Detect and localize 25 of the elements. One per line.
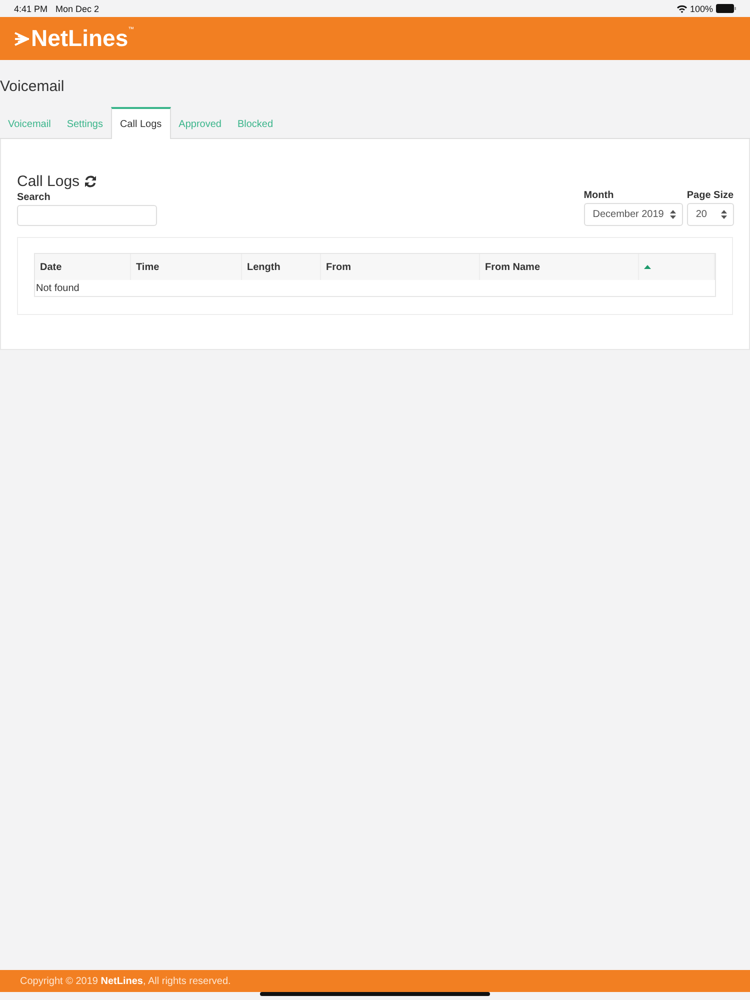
- page-title: Voicemail: [0, 78, 66, 97]
- status-time: 4:41 PM: [14, 4, 48, 14]
- panel-title: Call Logs: [17, 173, 80, 190]
- footer-text: Copyright © 2019 NetLines, All rights reserved.: [0, 970, 750, 992]
- sort-caret-icon: [721, 210, 727, 219]
- search-field[interactable]: [17, 205, 157, 226]
- column-header[interactable]: From Name: [485, 262, 540, 272]
- page-size-select[interactable]: 20: [686, 203, 734, 226]
- status-date: Mon Dec 2: [56, 4, 100, 14]
- empty-message: Not found: [35, 282, 80, 296]
- battery-percent: 100%: [690, 4, 713, 14]
- sort-arrow-icon[interactable]: [644, 265, 651, 269]
- sort-caret-icon: [670, 210, 676, 219]
- tab[interactable]: Call Logs: [110, 107, 171, 139]
- month-select[interactable]: December 2019: [584, 203, 683, 226]
- column-header[interactable]: From: [326, 262, 351, 272]
- field-label: Month: [584, 190, 615, 201]
- field-label: Search: [17, 192, 52, 203]
- column-header[interactable]: Time: [136, 262, 160, 272]
- refresh-icon[interactable]: [84, 175, 97, 188]
- battery-icon: [716, 4, 736, 13]
- wifi-icon: [676, 4, 687, 12]
- column-header[interactable]: Date: [40, 262, 62, 272]
- column-header[interactable]: Length: [247, 262, 280, 272]
- field-label: Page Size: [686, 190, 734, 201]
